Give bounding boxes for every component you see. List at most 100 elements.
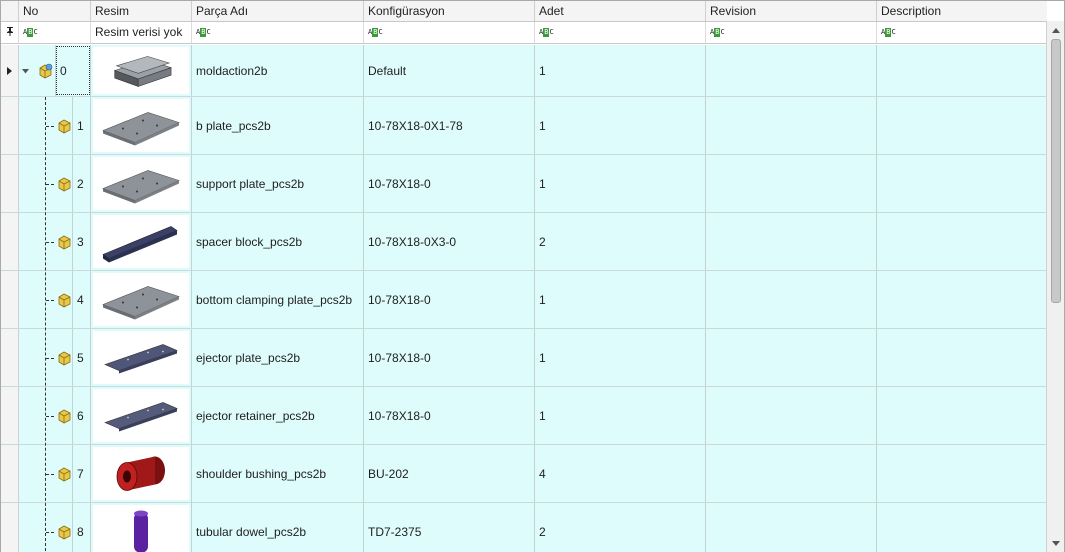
filter-parca-adi[interactable]: ABC: [191, 22, 363, 43]
cell-revision[interactable]: [705, 271, 876, 328]
cell-no[interactable]: 8: [18, 503, 91, 552]
header-description[interactable]: Description: [876, 1, 1047, 21]
cell-konfigurasyon[interactable]: Default: [363, 45, 534, 96]
header-konfigurasyon[interactable]: Konfigürasyon: [363, 1, 534, 21]
filter-pin-icon[interactable]: [1, 22, 19, 43]
cell-parca-adi[interactable]: b plate_pcs2b: [191, 97, 363, 154]
cell-parca-adi[interactable]: shoulder bushing_pcs2b: [191, 445, 363, 502]
cell-parca-adi[interactable]: spacer block_pcs2b: [191, 213, 363, 270]
scroll-up-arrow-icon[interactable]: [1052, 28, 1060, 33]
cell-adet[interactable]: 2: [534, 503, 705, 552]
row-indicator[interactable]: [1, 155, 19, 212]
row-indicator[interactable]: [1, 445, 19, 502]
table-row[interactable]: 4 bottom clamping plate_pcs2b 10-78X18-0 1: [1, 271, 1047, 329]
row-indicator[interactable]: [1, 271, 19, 328]
cell-revision[interactable]: [705, 329, 876, 386]
cell-konfigurasyon[interactable]: 10-78X18-0: [363, 155, 534, 212]
cell-no[interactable]: 2: [18, 155, 91, 212]
cell-description[interactable]: [876, 213, 1047, 270]
scrollbar-thumb[interactable]: [1051, 39, 1061, 303]
cell-description[interactable]: [876, 45, 1047, 96]
cell-revision[interactable]: [705, 155, 876, 212]
cell-resim[interactable]: [90, 503, 191, 552]
header-parca-adi[interactable]: Parça Adı: [191, 1, 363, 21]
cell-adet[interactable]: 4: [534, 445, 705, 502]
scroll-down-arrow-icon[interactable]: [1052, 541, 1060, 546]
filter-konfigurasyon[interactable]: ABC: [363, 22, 534, 43]
header-no[interactable]: No: [18, 1, 90, 21]
cell-parca-adi[interactable]: ejector plate_pcs2b: [191, 329, 363, 386]
cell-resim[interactable]: [90, 97, 191, 154]
cell-revision[interactable]: [705, 213, 876, 270]
cell-resim[interactable]: [90, 213, 191, 270]
cell-no[interactable]: 5: [18, 329, 91, 386]
cell-revision[interactable]: [705, 45, 876, 96]
row-indicator[interactable]: [1, 45, 19, 96]
cell-adet[interactable]: 1: [534, 155, 705, 212]
cell-resim[interactable]: [90, 45, 191, 96]
cell-konfigurasyon[interactable]: 10-78X18-0X3-0: [363, 213, 534, 270]
filter-adet[interactable]: ABC: [534, 22, 705, 43]
filter-description[interactable]: ABC: [876, 22, 1047, 43]
row-indicator[interactable]: [1, 387, 19, 444]
cell-no[interactable]: 1: [18, 97, 91, 154]
cell-no[interactable]: 7: [18, 445, 91, 502]
header-adet[interactable]: Adet: [534, 1, 705, 21]
cell-konfigurasyon[interactable]: 10-78X18-0: [363, 387, 534, 444]
cell-resim[interactable]: [90, 445, 191, 502]
cell-parca-adi[interactable]: ejector retainer_pcs2b: [191, 387, 363, 444]
collapse-chevron-icon[interactable]: [22, 69, 29, 74]
cell-adet[interactable]: 1: [534, 387, 705, 444]
cell-adet[interactable]: 1: [534, 97, 705, 154]
cell-revision[interactable]: [705, 445, 876, 502]
cell-description[interactable]: [876, 155, 1047, 212]
table-row[interactable]: 7 shoulder bushing_pcs2b BU-202 4: [1, 445, 1047, 503]
cell-adet[interactable]: 2: [534, 213, 705, 270]
table-row[interactable]: 6 ejector retainer_pcs2b 10-78X18-0 1: [1, 387, 1047, 445]
cell-resim[interactable]: [90, 155, 191, 212]
row-indicator[interactable]: [1, 213, 19, 270]
cell-description[interactable]: [876, 387, 1047, 444]
cell-konfigurasyon[interactable]: 10-78X18-0X1-78: [363, 97, 534, 154]
cell-description[interactable]: [876, 97, 1047, 154]
cell-revision[interactable]: [705, 97, 876, 154]
cell-resim[interactable]: [90, 271, 191, 328]
cell-description[interactable]: [876, 329, 1047, 386]
cell-parca-adi[interactable]: moldaction2b: [191, 45, 363, 96]
table-row[interactable]: 2 support plate_pcs2b 10-78X18-0 1: [1, 155, 1047, 213]
cell-parca-adi[interactable]: support plate_pcs2b: [191, 155, 363, 212]
cell-konfigurasyon[interactable]: BU-202: [363, 445, 534, 502]
table-row[interactable]: 1 b plate_pcs2b 10-78X18-0X1-78 1: [1, 97, 1047, 155]
header-resim[interactable]: Resim: [90, 1, 191, 21]
filter-revision[interactable]: ABC: [705, 22, 876, 43]
table-row[interactable]: 0 moldaction2b Default 1: [1, 45, 1047, 97]
row-indicator[interactable]: [1, 329, 19, 386]
cell-description[interactable]: [876, 503, 1047, 552]
cell-no[interactable]: 6: [18, 387, 91, 444]
vertical-scrollbar[interactable]: [1046, 21, 1064, 552]
cell-konfigurasyon[interactable]: TD7-2375: [363, 503, 534, 552]
table-row[interactable]: 5 ejector plate_pcs2b 10-78X18-0 1: [1, 329, 1047, 387]
cell-revision[interactable]: [705, 503, 876, 552]
cell-no[interactable]: 0: [18, 45, 91, 96]
filter-resim[interactable]: Resim verisi yok: [90, 22, 191, 43]
header-revision[interactable]: Revision: [705, 1, 876, 21]
cell-adet[interactable]: 1: [534, 45, 705, 96]
cell-description[interactable]: [876, 445, 1047, 502]
cell-konfigurasyon[interactable]: 10-78X18-0: [363, 329, 534, 386]
table-row[interactable]: 3 spacer block_pcs2b 10-78X18-0X3-0 2: [1, 213, 1047, 271]
cell-no[interactable]: 3: [18, 213, 91, 270]
cell-revision[interactable]: [705, 387, 876, 444]
row-indicator[interactable]: [1, 503, 19, 552]
cell-parca-adi[interactable]: tubular dowel_pcs2b: [191, 503, 363, 552]
table-row[interactable]: 8 tubular dowel_pcs2b TD7-2375 2: [1, 503, 1047, 552]
cell-adet[interactable]: 1: [534, 329, 705, 386]
cell-description[interactable]: [876, 271, 1047, 328]
cell-adet[interactable]: 1: [534, 271, 705, 328]
cell-parca-adi[interactable]: bottom clamping plate_pcs2b: [191, 271, 363, 328]
row-indicator[interactable]: [1, 97, 19, 154]
cell-no[interactable]: 4: [18, 271, 91, 328]
cell-resim[interactable]: [90, 329, 191, 386]
filter-no[interactable]: ABC: [18, 22, 90, 43]
cell-konfigurasyon[interactable]: 10-78X18-0: [363, 271, 534, 328]
